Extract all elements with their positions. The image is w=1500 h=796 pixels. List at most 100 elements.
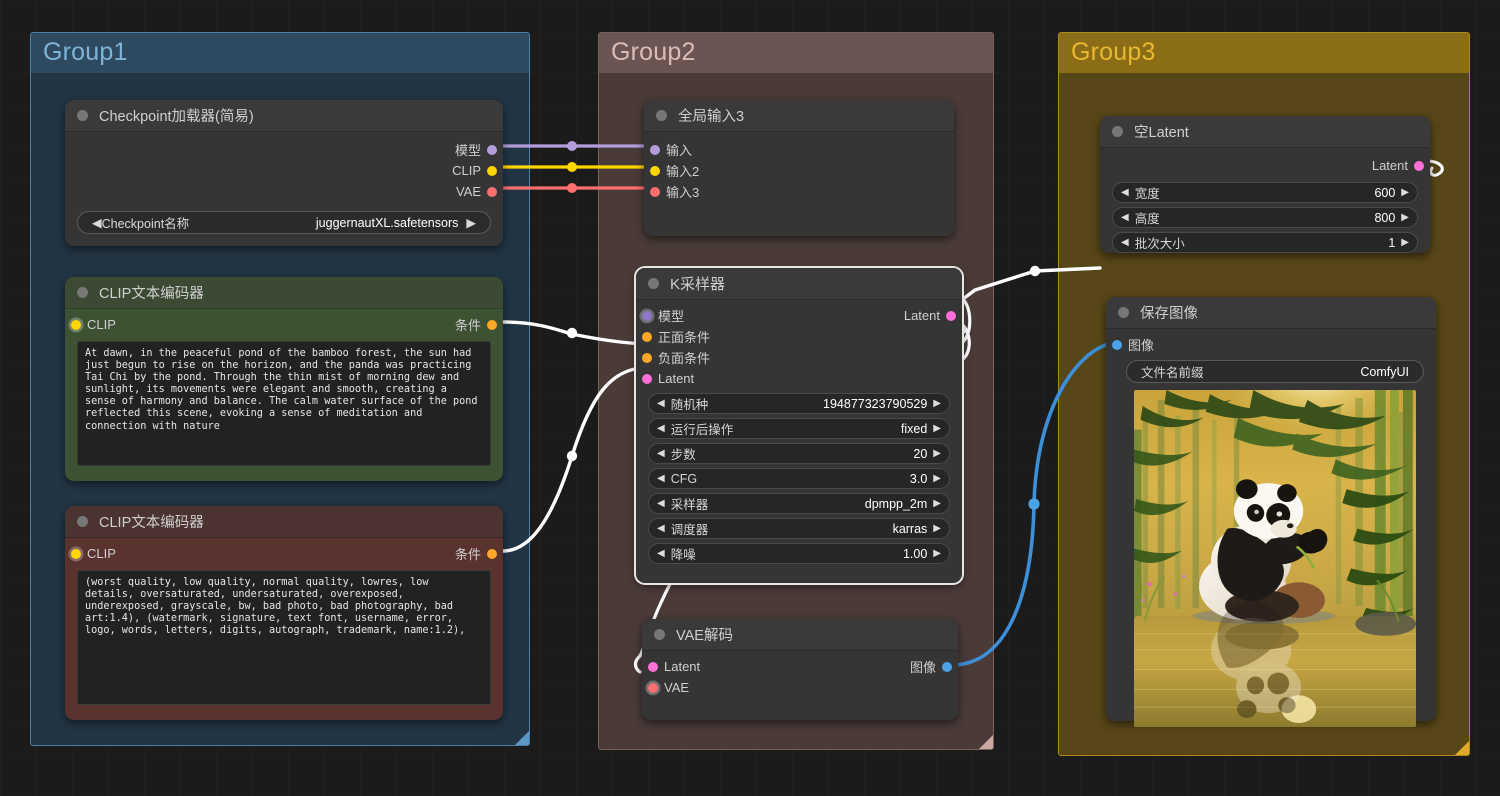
- collapse-dot-icon[interactable]: [77, 287, 88, 298]
- node-checkpoint-loader[interactable]: Checkpoint加载器(简易) 模型 CLIP VAE ◀ Checkpoi…: [65, 100, 503, 246]
- widget-scheduler[interactable]: ◀ 调度器 karras ▶: [648, 518, 950, 539]
- node-vae-decode[interactable]: VAE解码 Latent 图像 VAE: [642, 619, 958, 720]
- prompt-textarea-negative[interactable]: (worst quality, low quality, normal qual…: [77, 570, 491, 705]
- chevron-right-icon[interactable]: ▶: [466, 215, 476, 230]
- chevron-left-icon[interactable]: ◀: [92, 215, 102, 230]
- input-slot-vae[interactable]: VAE: [642, 677, 958, 698]
- port-clip-input[interactable]: [71, 319, 81, 330]
- chevron-right-icon[interactable]: ▶: [933, 398, 941, 409]
- widget-seed[interactable]: ◀ 随机种 194877323790529 ▶: [648, 393, 950, 414]
- port-clip-input[interactable]: [71, 548, 81, 559]
- chevron-left-icon[interactable]: ◀: [657, 498, 665, 509]
- widget-checkpoint-name[interactable]: ◀ Checkpoint名称 juggernautXL.safetensors …: [77, 211, 491, 234]
- port-model[interactable]: [487, 144, 497, 155]
- port-positive-conditioning[interactable]: [642, 331, 652, 342]
- collapse-dot-icon[interactable]: [77, 110, 88, 121]
- chevron-right-icon[interactable]: ▶: [1401, 212, 1409, 223]
- widget-width[interactable]: ◀ 宽度 600 ▶: [1112, 182, 1418, 203]
- chevron-left-icon[interactable]: ◀: [657, 423, 665, 434]
- node-ksampler[interactable]: K采样器 模型 Latent 正面条件 负面条件 Latent ◀ 随机种 19…: [636, 268, 962, 583]
- port-clip[interactable]: [487, 165, 497, 176]
- chevron-right-icon[interactable]: ▶: [1401, 237, 1409, 248]
- widget-height[interactable]: ◀ 高度 800 ▶: [1112, 207, 1418, 228]
- port-conditioning-output[interactable]: [487, 548, 497, 559]
- chevron-right-icon[interactable]: ▶: [933, 473, 941, 484]
- image-preview[interactable]: [1134, 390, 1416, 727]
- node-vae-decode-header[interactable]: VAE解码: [642, 619, 958, 651]
- widget-batch-size[interactable]: ◀ 批次大小 1 ▶: [1112, 232, 1418, 253]
- port-image-output[interactable]: [942, 661, 952, 672]
- collapse-dot-icon[interactable]: [77, 516, 88, 527]
- output-slot-clip[interactable]: CLIP: [65, 160, 503, 181]
- output-slot-vae[interactable]: VAE: [65, 181, 503, 202]
- chevron-left-icon[interactable]: ◀: [657, 523, 665, 534]
- input-slot-image[interactable]: 图像: [1106, 334, 1436, 355]
- workflow-canvas[interactable]: Group1 Group2 Group3 Checkpoint加载器(简易) 模…: [0, 0, 1500, 796]
- widget-cfg[interactable]: ◀ CFG 3.0 ▶: [648, 468, 950, 489]
- output-slot-latent[interactable]: Latent: [1100, 155, 1430, 176]
- port-vae[interactable]: [487, 186, 497, 197]
- input-slot-1[interactable]: 输入: [644, 139, 954, 160]
- port-input-1[interactable]: [650, 144, 660, 155]
- chevron-left-icon[interactable]: ◀: [1121, 212, 1129, 223]
- node-checkpoint-loader-header[interactable]: Checkpoint加载器(简易): [65, 100, 503, 132]
- input-slot-2[interactable]: 输入2: [644, 160, 954, 181]
- chevron-left-icon[interactable]: ◀: [657, 548, 665, 559]
- port-latent-input[interactable]: [648, 661, 658, 672]
- input-slot-latent[interactable]: Latent: [636, 368, 962, 389]
- node-empty-latent[interactable]: 空Latent Latent ◀ 宽度 600 ▶ ◀ 高度 800 ▶ ◀ 批…: [1100, 116, 1430, 253]
- chevron-right-icon[interactable]: ▶: [933, 423, 941, 434]
- port-negative-conditioning[interactable]: [642, 352, 652, 363]
- collapse-dot-icon[interactable]: [654, 629, 665, 640]
- collapse-dot-icon[interactable]: [1112, 126, 1123, 137]
- port-latent-output[interactable]: [946, 310, 956, 321]
- input-slot-label: 图像: [1128, 338, 1155, 353]
- prompt-textarea-positive[interactable]: At dawn, in the peaceful pond of the bam…: [77, 341, 491, 466]
- port-input-3[interactable]: [650, 186, 660, 197]
- chevron-left-icon[interactable]: ◀: [1121, 237, 1129, 248]
- collapse-dot-icon[interactable]: [1118, 307, 1129, 318]
- chevron-left-icon[interactable]: ◀: [1121, 187, 1129, 198]
- port-vae-input[interactable]: [648, 682, 658, 693]
- widget-value: 20: [913, 446, 928, 461]
- port-model-input[interactable]: [642, 310, 652, 321]
- collapse-dot-icon[interactable]: [648, 278, 659, 289]
- chevron-left-icon[interactable]: ◀: [657, 448, 665, 459]
- node-save-image-header[interactable]: 保存图像: [1106, 297, 1436, 329]
- widget-label: 批次大小: [1134, 237, 1185, 251]
- node-clip-text-encode-positive[interactable]: CLIP文本编码器 CLIP 条件 At dawn, in the peacef…: [65, 277, 503, 481]
- chevron-left-icon[interactable]: ◀: [657, 398, 665, 409]
- collapse-dot-icon[interactable]: [656, 110, 667, 121]
- port-input-2[interactable]: [650, 165, 660, 176]
- group-1-resize-handle[interactable]: [515, 731, 529, 745]
- node-ksampler-header[interactable]: K采样器: [636, 268, 962, 300]
- port-latent-input[interactable]: [642, 373, 652, 384]
- node-empty-latent-header[interactable]: 空Latent: [1100, 116, 1430, 148]
- chevron-right-icon[interactable]: ▶: [933, 548, 941, 559]
- widget-sampler-name[interactable]: ◀ 采样器 dpmpp_2m ▶: [648, 493, 950, 514]
- widget-filename-prefix[interactable]: 文件名前缀 ComfyUI: [1126, 360, 1424, 383]
- input-slot-3[interactable]: 输入3: [644, 181, 954, 202]
- node-save-image[interactable]: 保存图像 图像 文件名前缀 ComfyUI: [1106, 297, 1436, 727]
- input-slot-positive[interactable]: 正面条件: [636, 326, 962, 347]
- node-global-input-header[interactable]: 全局输入3: [644, 100, 954, 132]
- chevron-right-icon[interactable]: ▶: [933, 448, 941, 459]
- node-clip-positive-header[interactable]: CLIP文本编码器: [65, 277, 503, 309]
- group-2-resize-handle[interactable]: [979, 735, 993, 749]
- input-slot-negative[interactable]: 负面条件: [636, 347, 962, 368]
- output-slot-model[interactable]: 模型: [65, 139, 503, 160]
- port-image-input[interactable]: [1112, 339, 1122, 350]
- widget-denoise[interactable]: ◀ 降噪 1.00 ▶: [648, 543, 950, 564]
- chevron-right-icon[interactable]: ▶: [933, 498, 941, 509]
- port-conditioning-output[interactable]: [487, 319, 497, 330]
- widget-control-after-generate[interactable]: ◀ 运行后操作 fixed ▶: [648, 418, 950, 439]
- node-global-input[interactable]: 全局输入3 输入 输入2 输入3: [644, 100, 954, 236]
- chevron-right-icon[interactable]: ▶: [933, 523, 941, 534]
- chevron-left-icon[interactable]: ◀: [657, 473, 665, 484]
- chevron-right-icon[interactable]: ▶: [1401, 187, 1409, 198]
- port-latent-output[interactable]: [1414, 160, 1424, 171]
- widget-steps[interactable]: ◀ 步数 20 ▶: [648, 443, 950, 464]
- node-clip-text-encode-negative[interactable]: CLIP文本编码器 CLIP 条件 (worst quality, low qu…: [65, 506, 503, 720]
- node-clip-negative-header[interactable]: CLIP文本编码器: [65, 506, 503, 538]
- group-3-resize-handle[interactable]: [1455, 741, 1469, 755]
